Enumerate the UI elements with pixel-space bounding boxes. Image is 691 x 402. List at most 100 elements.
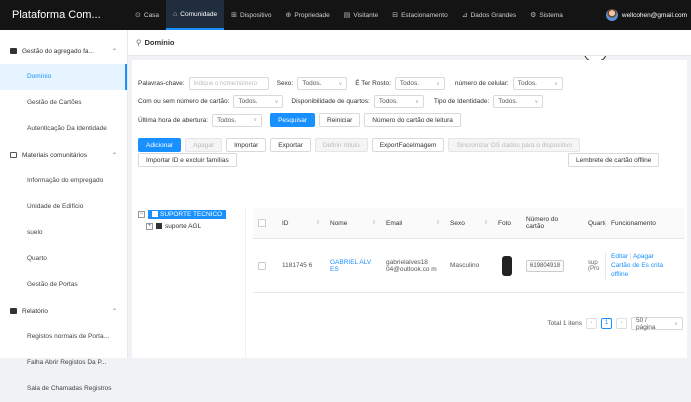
household-icon xyxy=(10,48,17,54)
chevron-down-icon: ∨ xyxy=(253,117,258,123)
property-icon: ⊕ xyxy=(285,12,292,19)
sort-icon: ⇕ xyxy=(435,220,440,226)
tree-child-text: suporte AGL xyxy=(165,222,202,230)
toolbar-row-2: Importar ID e excluir famílias xyxy=(138,153,237,167)
sidebar-item-edificio[interactable]: Unidade de Edifício xyxy=(0,194,127,220)
col-id[interactable]: ID ⇕ xyxy=(277,220,325,227)
sidebar-group-household[interactable]: Gestão do agregado fa... ⌃ xyxy=(0,38,127,64)
parking-icon: ⊟ xyxy=(392,12,399,19)
col-sexo[interactable]: Sexo ⇕ xyxy=(445,220,493,227)
cell-email: gabrielalves18 04@outlook.co m xyxy=(386,258,437,273)
nav-item-visitante[interactable]: ▤ Visitante xyxy=(337,0,385,30)
prev-page-icon[interactable]: ‹ xyxy=(586,318,597,329)
export-button[interactable]: Exportar xyxy=(270,138,311,152)
sidebar-item-empregado[interactable]: Informação do empregado xyxy=(0,168,127,194)
materials-icon xyxy=(10,152,17,158)
page-size-value: 50 / página xyxy=(636,316,656,331)
keyword-input[interactable]: Indique o nome/número xyxy=(188,77,269,90)
tree-node-label[interactable]: SUPORTE TECNICO xyxy=(148,209,227,219)
export-face-button[interactable]: ExportFaceImagem xyxy=(371,138,445,152)
cell-quarto: sup (Pro xyxy=(588,259,600,272)
chevron-up-icon: ⌃ xyxy=(111,48,117,55)
offline-card-link[interactable]: Cartão de Es crita offline xyxy=(611,262,663,278)
nav-label: Casa xyxy=(143,11,160,19)
cell-sexo: Masculino xyxy=(450,262,480,269)
phone-select[interactable]: Todos. ∨ xyxy=(512,77,563,90)
chevron-down-icon: ∨ xyxy=(674,320,678,327)
nav-item-propriedade[interactable]: ⊕ Propriedade xyxy=(278,0,336,30)
chevron-down-icon: ∨ xyxy=(534,98,539,105)
sync-device-button[interactable]: Sincronizar OS dados para o dispositivo xyxy=(448,138,581,152)
opening-select[interactable]: Todos. ∨ xyxy=(212,113,263,127)
edit-link[interactable]: Editar xyxy=(611,253,628,260)
next-page-icon[interactable]: › xyxy=(616,318,627,329)
nav-item-sistema[interactable]: ⚙ Sistema xyxy=(523,0,570,30)
app-brand[interactable]: Plataforma Com... xyxy=(0,9,128,21)
import-button[interactable]: Importar xyxy=(226,138,267,152)
select-all-checkbox[interactable] xyxy=(258,219,266,227)
read-card-button[interactable]: Número do cartão de leitura xyxy=(364,113,461,127)
rooms-value: Todos. xyxy=(378,98,398,105)
sidebar-item-dominio[interactable]: Domínio xyxy=(0,64,127,90)
col-nome[interactable]: Nome ⇕ xyxy=(325,220,381,227)
sidebar-item-falha-abrir[interactable]: Falha Abrir Registos Da P... xyxy=(0,350,127,376)
chevron-down-icon: ∨ xyxy=(274,98,279,105)
card-select[interactable]: Todos. ∨ xyxy=(233,95,284,108)
nav-item-dispositivo[interactable]: ⊞ Dispositivo xyxy=(224,0,278,30)
face-select[interactable]: Todos. ∨ xyxy=(394,77,445,90)
page-size-select[interactable]: 50 / página ∨ xyxy=(631,316,683,331)
home-icon: ⊙ xyxy=(135,12,141,19)
chevron-down-icon: ∨ xyxy=(554,80,558,87)
sidebar-item-chamadas[interactable]: Sala de Chamadas Registros xyxy=(0,376,127,402)
sidebar-item-cartoes[interactable]: Gestão de Cartões xyxy=(0,90,127,116)
nav-item-casa[interactable]: ⊙ Casa xyxy=(128,0,166,30)
photo-thumbnail[interactable] xyxy=(502,255,512,276)
filter-row-2: Com ou sem número de cartão: Todos. ∨ Dis… xyxy=(138,95,544,108)
delete-button[interactable]: Apagar xyxy=(185,138,223,152)
org-tree: − SUPORTE TECNICO + suporte AGL xyxy=(138,208,246,358)
sidebar-group-relatorio[interactable]: Relatório ⌃ xyxy=(0,298,127,324)
sex-select[interactable]: Todos. ∨ xyxy=(297,77,348,90)
sidebar-item-portas[interactable]: Gestão de Portas xyxy=(0,272,127,298)
chevron-down-icon: ∨ xyxy=(338,80,343,87)
nav-label: Dados Grandes xyxy=(470,11,517,19)
nav-item-estacionamento[interactable]: ⊟ Estacionamento xyxy=(385,0,455,30)
nav-label: Propriedade xyxy=(294,11,330,19)
device-icon: ⊞ xyxy=(231,12,238,19)
card-number-tag: 619804918 xyxy=(526,259,565,272)
face-label: É Ter Rosto: xyxy=(355,80,391,87)
nav-label: Visitante xyxy=(353,11,379,19)
user-menu[interactable]: wellcohen@gmail.com xyxy=(605,0,687,30)
row-checkbox[interactable] xyxy=(258,261,266,270)
sidebar-item-autenticacao[interactable]: Autenticação Da Identidade xyxy=(0,116,127,142)
import-delete-button[interactable]: Importar ID e excluir famílias xyxy=(138,153,237,167)
chevron-down-icon: ∨ xyxy=(415,98,419,105)
user-email: wellcohen@gmail.com xyxy=(621,11,687,19)
sidebar-group-materiais[interactable]: Materiais comunitários ⌃ xyxy=(0,142,127,168)
collapse-icon[interactable]: − xyxy=(138,210,145,218)
sidebar-item-suelo[interactable]: suelo xyxy=(0,220,127,246)
sort-icon: ⇕ xyxy=(483,220,488,226)
sidebar-item-registos-porta[interactable]: Registos normais de Porta... xyxy=(0,324,127,350)
col-email[interactable]: Email ⇕ xyxy=(381,220,445,227)
search-button[interactable]: Pesquisar xyxy=(270,113,315,127)
page-number[interactable]: 1 xyxy=(601,318,612,329)
building-icon xyxy=(152,211,158,217)
tree-node-child[interactable]: + suporte AGL xyxy=(138,220,245,232)
set-label-button[interactable]: Definir rótulo xyxy=(314,138,368,152)
table-header: ID ⇕ Nome ⇕ Email ⇕ Sexo ⇕ Foto Número do ca… xyxy=(253,208,685,239)
add-button[interactable]: Adicionar xyxy=(138,138,182,152)
sidebar-item-quarto[interactable]: Quarto xyxy=(0,246,127,272)
cell-nome[interactable]: GABRIEL ALV ES xyxy=(325,259,381,273)
rooms-select[interactable]: Todos. ∨ xyxy=(373,95,424,108)
cell-id: 1181745 6 xyxy=(282,262,313,269)
filter-row-3: Última hora de abertura: Todos. ∨ Pesquis… xyxy=(138,113,461,127)
delete-link[interactable]: Apagar xyxy=(633,253,654,260)
idtype-select[interactable]: Todos. ∨ xyxy=(493,95,544,108)
reset-button[interactable]: Reiniciar xyxy=(319,113,361,127)
offline-reminder-button[interactable]: Lembrete de cartão offline xyxy=(568,153,660,167)
expand-icon[interactable]: + xyxy=(146,222,153,230)
nav-item-comunidade[interactable]: ⌂ Comunidade xyxy=(166,0,225,30)
tree-node-root[interactable]: − SUPORTE TECNICO xyxy=(138,208,245,220)
nav-item-dados-grandes[interactable]: ⊿ Dados Grandes xyxy=(455,0,523,30)
